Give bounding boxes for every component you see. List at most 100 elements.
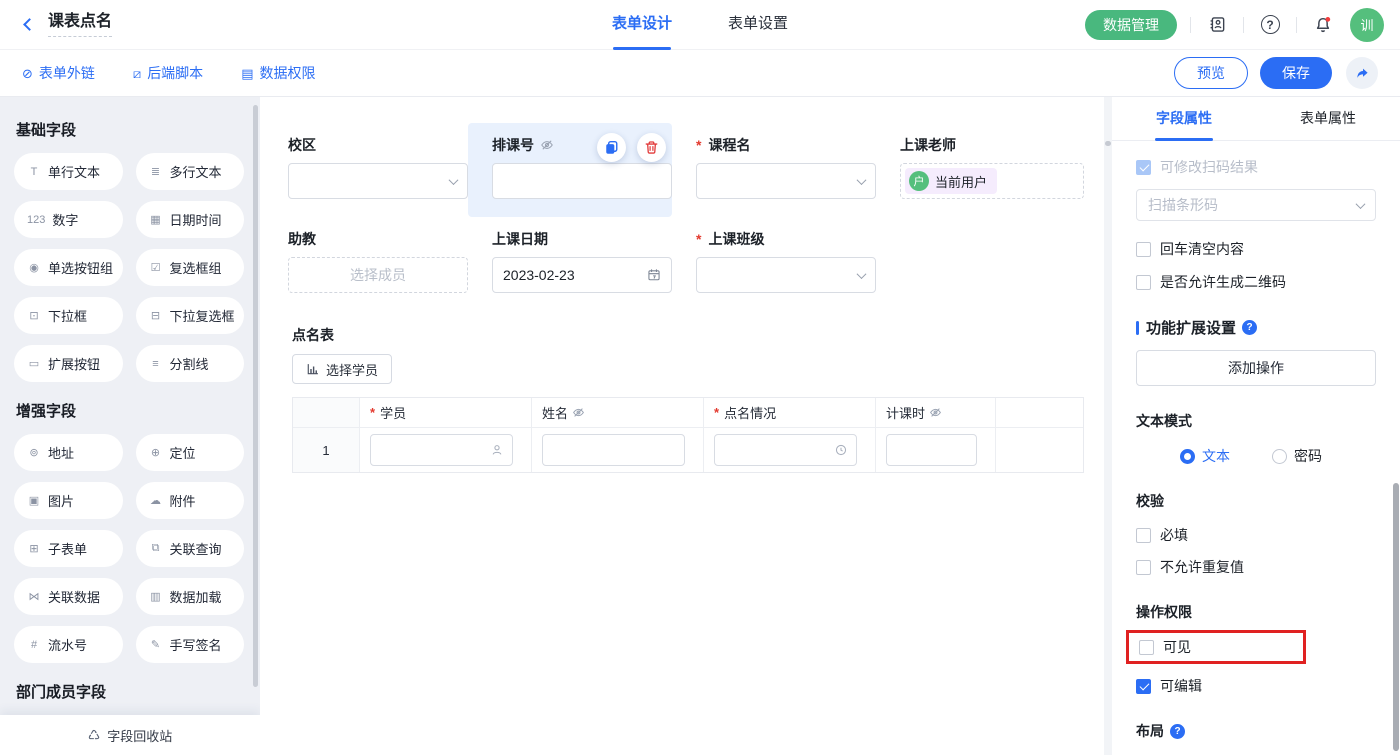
- attendance-input[interactable]: [714, 434, 857, 466]
- item-label: 子表单: [48, 539, 87, 558]
- share-button[interactable]: [1346, 57, 1378, 89]
- sidebar-item-serial-number[interactable]: #流水号: [14, 626, 123, 663]
- sidebar-item-subform[interactable]: ⊞子表单: [14, 530, 123, 567]
- student-picker-input[interactable]: [370, 434, 513, 466]
- back-button[interactable]: [16, 12, 42, 38]
- sidebar-item-dropdown-multiselect[interactable]: ⊟下拉复选框: [136, 297, 245, 334]
- add-action-button[interactable]: 添加操作: [1136, 350, 1376, 386]
- canvas-scrollbar-track[interactable]: [1104, 97, 1112, 755]
- save-button[interactable]: 保存: [1260, 57, 1332, 89]
- contacts-book-icon[interactable]: [1204, 12, 1230, 38]
- class-date-input[interactable]: 2023-02-23: [492, 257, 672, 293]
- preview-button[interactable]: 预览: [1174, 57, 1248, 89]
- copy-field-button[interactable]: [597, 133, 626, 162]
- scan-result-editable-checkbox[interactable]: [1136, 160, 1151, 175]
- tab-form-properties[interactable]: 表单属性: [1256, 97, 1400, 140]
- sidebar-item-address[interactable]: ⊚地址: [14, 434, 123, 471]
- backend-script-button[interactable]: ⧄ 后端脚本: [133, 63, 203, 83]
- enhanced-fields-grid: ⊚地址 ⊕定位 ▣图片 ☁附件 ⊞子表单 ⧉关联查询 ⋈关联数据 ▥数据加载 #…: [14, 434, 244, 663]
- sidebar-item-location[interactable]: ⊕定位: [136, 434, 245, 471]
- field-schedule-no[interactable]: 排课号: [468, 123, 672, 217]
- roll-call-table: *学员 姓名 *点名情况 计课时 1: [292, 397, 1084, 473]
- toolbar-actions: 预览 保存: [1174, 57, 1378, 89]
- sidebar-item-divider-line[interactable]: ≡分割线: [136, 345, 245, 382]
- tab-form-design[interactable]: 表单设计: [612, 0, 672, 50]
- field-class-date[interactable]: 上课日期 2023-02-23: [468, 217, 672, 311]
- teacher-member-box[interactable]: 户 当前用户: [900, 163, 1084, 199]
- schedule-no-input[interactable]: [492, 163, 672, 199]
- sidebar-item-signature[interactable]: ✎手写签名: [136, 626, 245, 663]
- chevron-down-icon: [1356, 199, 1366, 209]
- calendar-icon: [647, 268, 661, 282]
- help-icon[interactable]: ?: [1257, 12, 1283, 38]
- sidebar-item-relation-data[interactable]: ⋈关联数据: [14, 578, 123, 615]
- sidebar-item-radio-group[interactable]: ◉单选按钮组: [14, 249, 123, 286]
- sidebar-item-data-load[interactable]: ▥数据加载: [136, 578, 245, 615]
- editable-checkbox[interactable]: [1136, 679, 1151, 694]
- field-schedule-no-label: 排课号: [492, 135, 534, 155]
- form-row-1: 校区 排课号: [264, 123, 1112, 217]
- course-name-select[interactable]: [696, 163, 876, 199]
- sidebar-item-number[interactable]: 123数字: [14, 201, 123, 238]
- campus-select[interactable]: [288, 163, 468, 199]
- sidebar-item-dropdown[interactable]: ⊡下拉框: [14, 297, 123, 334]
- field-teacher[interactable]: 上课老师 户 当前用户: [876, 123, 1080, 217]
- sidebar-item-relation-query[interactable]: ⧉关联查询: [136, 530, 245, 567]
- sidebar-item-multi-line-text[interactable]: ≣多行文本: [136, 153, 245, 190]
- panel-scrollbar-thumb[interactable]: [1393, 483, 1399, 751]
- tab-form-settings[interactable]: 表单设置: [728, 0, 788, 50]
- notification-bell-icon[interactable]: [1310, 12, 1336, 38]
- help-badge-icon[interactable]: ?: [1170, 724, 1185, 739]
- field-course-name[interactable]: *课程名: [672, 123, 876, 217]
- data-manage-button[interactable]: 数据管理: [1085, 10, 1177, 40]
- current-user-tag[interactable]: 户 当前用户: [905, 168, 997, 194]
- row-index: 1: [293, 428, 360, 472]
- class-group-select[interactable]: [696, 257, 876, 293]
- data-permission-label: 数据权限: [259, 63, 315, 83]
- no-duplicate-checkbox[interactable]: [1136, 560, 1151, 575]
- sidebar-item-checkbox-group[interactable]: ☑ 复选框组: [136, 249, 245, 286]
- item-label: 复选框组: [170, 258, 222, 277]
- item-label: 下拉复选框: [170, 306, 235, 325]
- field-assistant[interactable]: 助教 选择成员: [264, 217, 468, 311]
- assistant-member-picker[interactable]: 选择成员: [288, 257, 468, 293]
- allow-qrcode-checkbox[interactable]: [1136, 275, 1151, 290]
- user-avatar[interactable]: 训: [1350, 8, 1384, 42]
- text-mode-option-text[interactable]: 文本: [1180, 446, 1230, 466]
- delete-field-button[interactable]: [637, 133, 666, 162]
- checkbox-icon: ☑: [149, 261, 163, 274]
- field-recycle-bin[interactable]: ♺ 字段回收站: [0, 715, 260, 755]
- field-palette-sidebar: 基础字段 T单行文本 ≣多行文本 123数字 ▦日期时间 ◉单选按钮组 ☑复选框…: [0, 97, 260, 755]
- column-label: 计课时: [886, 403, 925, 422]
- visible-checkbox[interactable]: [1139, 640, 1154, 655]
- data-permission-button[interactable]: ▤ 数据权限: [241, 63, 315, 83]
- sidebar-item-extend-button[interactable]: ▭扩展按钮: [14, 345, 123, 382]
- help-badge-icon[interactable]: ?: [1242, 320, 1257, 335]
- scan-mode-select[interactable]: 扫描条形码: [1136, 189, 1376, 221]
- form-canvas: 校区 排课号: [260, 97, 1112, 755]
- sidebar-item-image[interactable]: ▣图片: [14, 482, 123, 519]
- user-tag-avatar: 户: [909, 171, 929, 191]
- chevron-down-icon: [449, 175, 459, 185]
- required-checkbox[interactable]: [1136, 528, 1151, 543]
- form-external-link-button[interactable]: ⊘ 表单外链: [22, 63, 95, 83]
- allow-qrcode-label: 是否允许生成二维码: [1160, 272, 1286, 292]
- copy-icon: [604, 140, 619, 155]
- roll-call-section[interactable]: 点名表 选择学员 *学员 姓名 *点名情况 计课时: [292, 325, 1112, 473]
- text-mode-option-password[interactable]: 密码: [1272, 446, 1322, 466]
- name-input[interactable]: [542, 434, 685, 466]
- clear-on-enter-checkbox[interactable]: [1136, 242, 1151, 257]
- roll-table-label: 点名表: [292, 325, 1112, 345]
- field-class-group[interactable]: *上课班级: [672, 217, 876, 311]
- canvas-scrollbar-thumb[interactable]: [1105, 141, 1111, 146]
- sidebar-scrollbar[interactable]: [253, 105, 258, 687]
- field-campus[interactable]: 校区: [264, 123, 468, 217]
- tab-field-properties[interactable]: 字段属性: [1112, 97, 1256, 140]
- sidebar-item-attachment[interactable]: ☁附件: [136, 482, 245, 519]
- select-students-button[interactable]: 选择学员: [292, 354, 392, 384]
- eye-slash-icon: [929, 406, 942, 419]
- signature-pen-icon: ✎: [149, 638, 163, 651]
- sidebar-item-datetime[interactable]: ▦日期时间: [136, 201, 245, 238]
- hours-input[interactable]: [886, 434, 977, 466]
- sidebar-item-single-line-text[interactable]: T单行文本: [14, 153, 123, 190]
